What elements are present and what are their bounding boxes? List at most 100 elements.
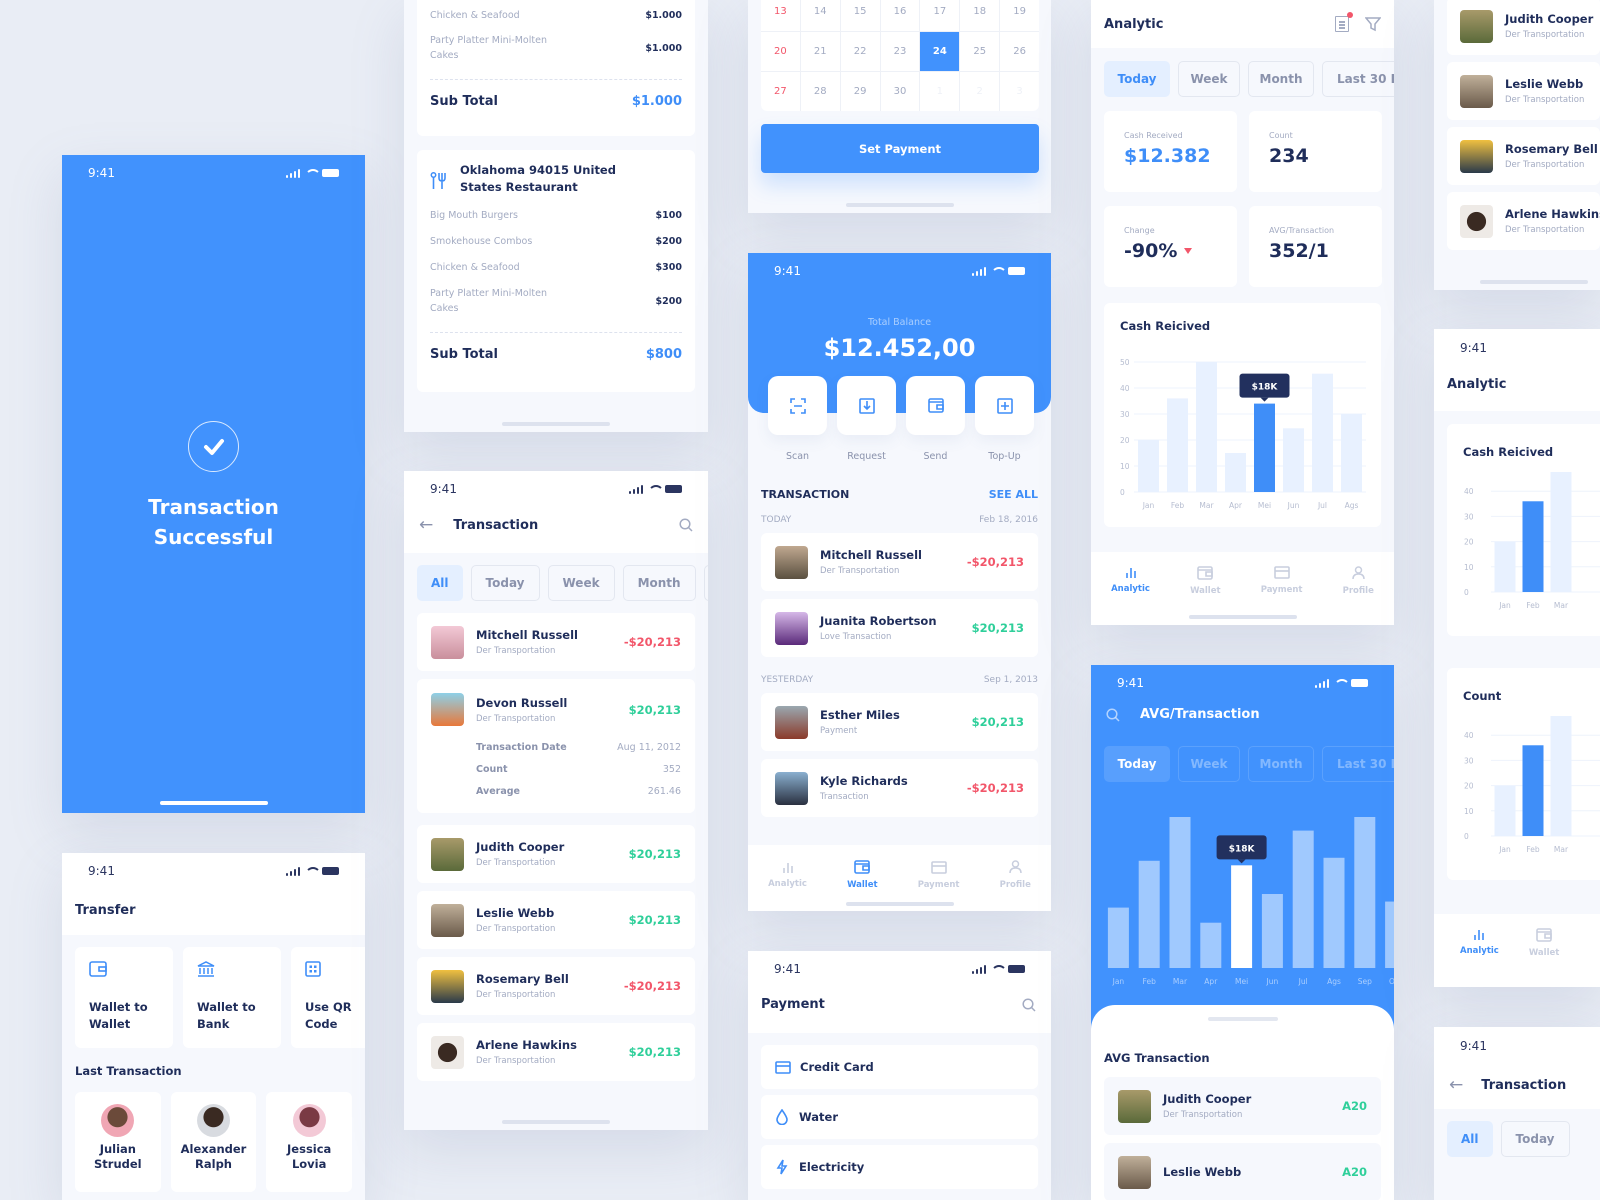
nav-wallet[interactable]: Wallet bbox=[1190, 566, 1221, 596]
bar-sep[interactable] bbox=[1354, 817, 1376, 968]
filter-chip-today[interactable]: Today bbox=[1104, 61, 1170, 97]
bar-apr[interactable] bbox=[1225, 453, 1246, 492]
nav-payment[interactable]: Payment bbox=[1261, 566, 1302, 595]
transfer-option-wallet[interactable]: Wallet to Wallet bbox=[75, 947, 173, 1048]
calendar-day[interactable]: 14 bbox=[800, 0, 840, 31]
filter-chip-today[interactable]: Today bbox=[1500, 1121, 1570, 1157]
bar-jul[interactable] bbox=[1292, 830, 1314, 968]
bar-mar[interactable] bbox=[1550, 716, 1572, 836]
transaction-row[interactable]: Leslie Webb Der Transportation $20,213 bbox=[417, 891, 695, 949]
calendar-day[interactable]: 20 bbox=[761, 32, 800, 71]
bar-jan[interactable] bbox=[1138, 440, 1159, 492]
filter-icon[interactable] bbox=[1365, 16, 1381, 32]
transaction-row[interactable]: Kyle Richards Transaction -$20,213 bbox=[761, 759, 1038, 817]
filter-chip-week[interactable]: Week bbox=[1178, 746, 1240, 782]
list-row[interactable]: Judith Cooper Der Transportation bbox=[1447, 0, 1600, 55]
filter-chip-week[interactable]: Week bbox=[1178, 61, 1240, 97]
filter-chip-month[interactable]: Month bbox=[1248, 746, 1314, 782]
bar-mar[interactable] bbox=[1550, 472, 1572, 592]
transaction-row[interactable]: Esther Miles Payment $20,213 bbox=[761, 693, 1038, 751]
report-icon[interactable] bbox=[1335, 12, 1353, 32]
nav-analytic[interactable]: Analytic bbox=[1460, 928, 1499, 956]
bar-apr[interactable] bbox=[1200, 922, 1222, 968]
filter-chip-all[interactable]: All bbox=[1447, 1121, 1493, 1157]
bar-feb[interactable] bbox=[1138, 860, 1160, 968]
avg-row[interactable]: Leslie Webb A20 bbox=[1104, 1143, 1381, 1200]
filter-chip-more[interactable]: L bbox=[703, 565, 708, 601]
transfer-option-bank[interactable]: Wallet to Bank bbox=[183, 947, 281, 1048]
list-row[interactable]: Leslie Webb Der Transportation bbox=[1447, 62, 1600, 120]
transaction-row[interactable]: Judith Cooper Der Transportation $20,213 bbox=[417, 825, 695, 883]
calendar-day[interactable]: 18 bbox=[960, 0, 1000, 31]
nav-wallet[interactable]: Wallet bbox=[847, 860, 878, 890]
transaction-row-expanded[interactable]: Devon Russell Der Transportation $20,213 … bbox=[417, 679, 695, 813]
bar-okt[interactable] bbox=[1385, 901, 1394, 968]
calendar-day[interactable]: 22 bbox=[840, 32, 880, 71]
transaction-row[interactable]: Rosemary Bell Der Transportation -$20,213 bbox=[417, 957, 695, 1015]
transaction-row[interactable]: Mitchell Russell Der Transportation -$20,2… bbox=[761, 533, 1038, 591]
calendar-day[interactable]: 16 bbox=[880, 0, 920, 31]
list-row[interactable]: Rosemary Bell Der Transportation bbox=[1447, 127, 1600, 185]
calendar-day[interactable]: 15 bbox=[840, 0, 880, 31]
calendar-day[interactable]: 30 bbox=[880, 72, 920, 111]
calendar-day[interactable]: 27 bbox=[761, 72, 800, 111]
calendar-day[interactable]: 19 bbox=[1000, 0, 1039, 31]
see-all-link[interactable]: SEE ALL bbox=[989, 488, 1038, 501]
filter-chip-all[interactable]: All bbox=[417, 565, 463, 601]
action-top-up[interactable]: Top-Up bbox=[975, 376, 1034, 462]
bar-feb[interactable] bbox=[1167, 398, 1188, 492]
filter-chip-month[interactable]: Month bbox=[1248, 61, 1314, 97]
calendar-day[interactable]: 21 bbox=[800, 32, 840, 71]
search-icon[interactable] bbox=[1022, 997, 1036, 1012]
calendar-day[interactable]: 25 bbox=[960, 32, 1000, 71]
nav-profile[interactable]: Profile bbox=[1000, 860, 1031, 890]
calendar-day[interactable]: 17 bbox=[920, 0, 960, 31]
bar-jan[interactable] bbox=[1494, 785, 1516, 836]
payment-item-water[interactable]: Water bbox=[761, 1095, 1038, 1139]
calendar-day[interactable]: 24 bbox=[920, 32, 960, 71]
avg-row[interactable]: Judith Cooper Der Transportation A20 bbox=[1104, 1077, 1381, 1135]
calendar-day[interactable]: 29 bbox=[840, 72, 880, 111]
bar-jul[interactable] bbox=[1312, 373, 1333, 492]
nav-analytic[interactable]: Analytic bbox=[768, 861, 807, 889]
contact-card[interactable]: Julian Strudel bbox=[75, 1092, 161, 1192]
calendar-day[interactable]: 23 bbox=[880, 32, 920, 71]
filter-chip-week[interactable]: Week bbox=[547, 565, 615, 601]
bar-jan[interactable] bbox=[1494, 541, 1516, 592]
bar-ags[interactable] bbox=[1323, 857, 1345, 968]
filter-chip-today[interactable]: Today bbox=[470, 565, 540, 601]
contact-card[interactable]: Jessica Lovia bbox=[266, 1092, 353, 1192]
search-icon[interactable] bbox=[1106, 707, 1120, 722]
bar-ags[interactable] bbox=[1341, 414, 1362, 492]
transaction-row[interactable]: Arlene Hawkins Der Transportation $20,213 bbox=[417, 1023, 695, 1081]
payment-item-credit-card[interactable]: Credit Card bbox=[761, 1045, 1038, 1089]
bar-jun[interactable] bbox=[1261, 894, 1283, 968]
bar-jun[interactable] bbox=[1283, 428, 1304, 492]
action-scan[interactable]: Scan bbox=[768, 376, 827, 462]
contact-card[interactable]: Alexander Ralph bbox=[170, 1092, 257, 1192]
filter-chip-last-30[interactable]: Last 30 Days bbox=[1322, 61, 1394, 97]
nav-payment[interactable]: Payment bbox=[918, 860, 959, 890]
list-row[interactable]: Arlene Hawkins Der Transportation bbox=[1447, 192, 1600, 250]
filter-chip-last-30[interactable]: Last 30 Days bbox=[1322, 746, 1394, 782]
transaction-row[interactable]: Juanita Robertson Love Transaction $20,213 bbox=[761, 599, 1038, 657]
filter-chip-month[interactable]: Month bbox=[622, 565, 696, 601]
calendar-day[interactable]: 28 bbox=[800, 72, 840, 111]
calendar-day[interactable]: 26 bbox=[1000, 32, 1039, 71]
filter-chip-today[interactable]: Today bbox=[1104, 746, 1170, 782]
back-arrow-icon[interactable]: ← bbox=[1449, 1075, 1463, 1095]
search-icon[interactable] bbox=[679, 518, 693, 532]
back-arrow-icon[interactable]: ← bbox=[419, 515, 433, 535]
action-request[interactable]: Request bbox=[837, 376, 896, 462]
bar-mei[interactable] bbox=[1254, 403, 1275, 492]
bar-mei[interactable] bbox=[1231, 865, 1253, 968]
bar-feb[interactable] bbox=[1522, 745, 1544, 836]
nav-analytic[interactable]: Analytic bbox=[1111, 566, 1150, 594]
transaction-row[interactable]: Mitchell Russell Der Transportation -$20,… bbox=[417, 613, 695, 671]
transfer-option-qr[interactable]: Use QR Code bbox=[291, 947, 365, 1048]
set-payment-button[interactable]: Set Payment bbox=[761, 124, 1039, 173]
action-send[interactable]: Send bbox=[906, 376, 965, 462]
bar-mar[interactable] bbox=[1196, 362, 1217, 492]
nav-profile[interactable]: Profile bbox=[1343, 566, 1374, 596]
bar-feb[interactable] bbox=[1522, 501, 1544, 592]
